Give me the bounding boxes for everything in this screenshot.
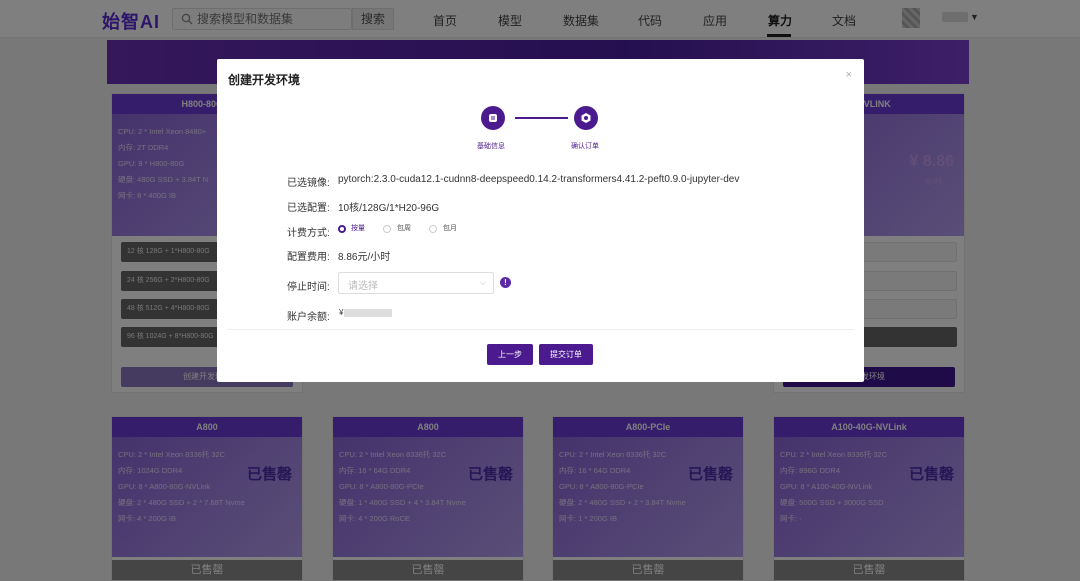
billing-option-weekly[interactable]: 包周 [397,223,411,233]
config-value: 10核/128G/1*H20-96G [338,203,440,214]
step-confirm-icon [574,106,598,130]
submit-order-button[interactable]: 提交订单 [539,344,593,365]
create-env-modal: 创建开发环境 × 基础信息 确认订单 已选镜像: pytorch:2.3.0-c… [217,59,864,382]
prev-step-button[interactable]: 上一步 [487,344,533,365]
balance-label: 账户余额: [287,312,330,323]
step-basic-info-icon [481,106,505,130]
image-value: pytorch:2.3.0-cuda12.1-cudnn8-deepspeed0… [338,174,740,185]
balance-value-masked [344,309,392,317]
config-label: 已选配置: [287,203,330,214]
stop-time-label: 停止时间: [287,282,330,293]
billing-label: 计费方式: [287,228,330,239]
step-confirm-label: 确认订单 [571,143,599,150]
cost-label: 配置费用: [287,252,330,263]
billing-radio-monthly[interactable] [429,225,437,233]
divider [227,329,854,330]
billing-option-monthly[interactable]: 包月 [443,223,457,233]
step-basic-info-label: 基础信息 [477,143,505,150]
billing-option-hourly[interactable]: 按量 [351,223,365,233]
image-label: 已选镜像: [287,178,330,189]
billing-radio-hourly[interactable] [338,225,346,233]
chevron-down-icon: ⌵ [479,278,486,287]
step-connector [515,117,568,119]
cost-value: 8.86元/小时 [338,252,391,263]
modal-title: 创建开发环境 [228,73,301,87]
billing-radio-weekly[interactable] [383,225,391,233]
balance-currency: ¥ [339,308,344,317]
select-placeholder: 请选择 [348,281,378,292]
close-icon[interactable]: × [846,69,852,81]
info-icon[interactable]: ! [500,277,511,288]
stop-time-select[interactable]: 请选择 ⌵ [338,272,494,294]
